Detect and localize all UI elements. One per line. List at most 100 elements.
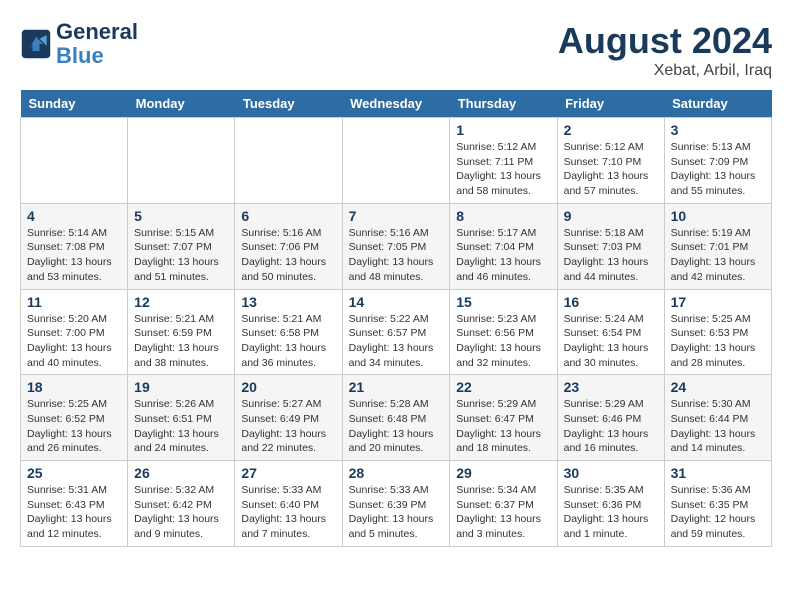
- calendar-cell: 5 Sunrise: 5:15 AMSunset: 7:07 PMDaylight…: [128, 203, 235, 289]
- day-number: 21: [349, 379, 444, 395]
- calendar-cell: 13 Sunrise: 5:21 AMSunset: 6:58 PMDayligh…: [235, 289, 342, 375]
- day-number: 8: [456, 208, 550, 224]
- weekday-header-row: SundayMondayTuesdayWednesdayThursdayFrid…: [21, 90, 772, 118]
- calendar-cell: 21 Sunrise: 5:28 AMSunset: 6:48 PMDayligh…: [342, 375, 450, 461]
- logo: General Blue: [20, 20, 138, 68]
- day-info: Sunrise: 5:15 AMSunset: 7:07 PMDaylight:…: [134, 226, 228, 285]
- calendar-cell: 25 Sunrise: 5:31 AMSunset: 6:43 PMDayligh…: [21, 461, 128, 547]
- title-area: August 2024 Xebat, Arbil, Iraq: [558, 20, 772, 80]
- day-number: 17: [671, 294, 765, 310]
- calendar-week-2: 4 Sunrise: 5:14 AMSunset: 7:08 PMDaylight…: [21, 203, 772, 289]
- weekday-friday: Friday: [557, 90, 664, 118]
- calendar-cell: 3Sunrise: 5:13 AMSunset: 7:09 PMDaylight…: [664, 118, 771, 204]
- calendar-week-5: 25 Sunrise: 5:31 AMSunset: 6:43 PMDayligh…: [21, 461, 772, 547]
- day-number: 29: [456, 465, 550, 481]
- calendar-cell: 16 Sunrise: 5:24 AMSunset: 6:54 PMDayligh…: [557, 289, 664, 375]
- day-info: Sunrise: 5:23 AMSunset: 6:56 PMDaylight:…: [456, 312, 550, 371]
- calendar-cell: 14 Sunrise: 5:22 AMSunset: 6:57 PMDayligh…: [342, 289, 450, 375]
- day-number: 7: [349, 208, 444, 224]
- day-info: Sunrise: 5:21 AMSunset: 6:59 PMDaylight:…: [134, 312, 228, 371]
- calendar-cell: 4 Sunrise: 5:14 AMSunset: 7:08 PMDaylight…: [21, 203, 128, 289]
- day-info: Sunrise: 5:29 AMSunset: 6:47 PMDaylight:…: [456, 397, 550, 456]
- day-info: Sunrise: 5:16 AMSunset: 7:05 PMDaylight:…: [349, 226, 444, 285]
- day-info: Sunrise: 5:28 AMSunset: 6:48 PMDaylight:…: [349, 397, 444, 456]
- calendar-cell: 19Sunrise: 5:26 AMSunset: 6:51 PMDayligh…: [128, 375, 235, 461]
- day-number: 23: [564, 379, 658, 395]
- day-info: Sunrise: 5:30 AMSunset: 6:44 PMDaylight:…: [671, 397, 765, 456]
- day-number: 4: [27, 208, 121, 224]
- calendar-cell: 24 Sunrise: 5:30 AMSunset: 6:44 PMDayligh…: [664, 375, 771, 461]
- day-number: 14: [349, 294, 444, 310]
- day-info: Sunrise: 5:22 AMSunset: 6:57 PMDaylight:…: [349, 312, 444, 371]
- day-info: Sunrise: 5:12 AMSunset: 7:10 PMDaylight:…: [564, 140, 658, 199]
- calendar-cell: [342, 118, 450, 204]
- weekday-sunday: Sunday: [21, 90, 128, 118]
- weekday-saturday: Saturday: [664, 90, 771, 118]
- day-number: 18: [27, 379, 121, 395]
- page-header: General Blue August 2024 Xebat, Arbil, I…: [20, 20, 772, 80]
- calendar-cell: 12 Sunrise: 5:21 AMSunset: 6:59 PMDayligh…: [128, 289, 235, 375]
- calendar-cell: [235, 118, 342, 204]
- day-info: Sunrise: 5:20 AMSunset: 7:00 PMDaylight:…: [27, 312, 121, 371]
- day-number: 28: [349, 465, 444, 481]
- calendar-cell: 6 Sunrise: 5:16 AMSunset: 7:06 PMDaylight…: [235, 203, 342, 289]
- calendar-cell: 11 Sunrise: 5:20 AMSunset: 7:00 PMDayligh…: [21, 289, 128, 375]
- location: Xebat, Arbil, Iraq: [558, 62, 772, 80]
- day-number: 1: [456, 122, 550, 138]
- day-info: Sunrise: 5:17 AMSunset: 7:04 PMDaylight:…: [456, 226, 550, 285]
- calendar-cell: 30Sunrise: 5:35 AMSunset: 6:36 PMDayligh…: [557, 461, 664, 547]
- day-info: Sunrise: 5:19 AMSunset: 7:01 PMDaylight:…: [671, 226, 765, 285]
- weekday-thursday: Thursday: [450, 90, 557, 118]
- calendar-cell: 1 Sunrise: 5:12 AMSunset: 7:11 PMDaylight…: [450, 118, 557, 204]
- day-number: 20: [241, 379, 335, 395]
- calendar-cell: 18 Sunrise: 5:25 AMSunset: 6:52 PMDayligh…: [21, 375, 128, 461]
- calendar-cell: 26Sunrise: 5:32 AMSunset: 6:42 PMDayligh…: [128, 461, 235, 547]
- day-number: 6: [241, 208, 335, 224]
- calendar-cell: 2 Sunrise: 5:12 AMSunset: 7:10 PMDaylight…: [557, 118, 664, 204]
- calendar-week-4: 18 Sunrise: 5:25 AMSunset: 6:52 PMDayligh…: [21, 375, 772, 461]
- day-number: 25: [27, 465, 121, 481]
- day-number: 15: [456, 294, 550, 310]
- calendar-cell: 22Sunrise: 5:29 AMSunset: 6:47 PMDayligh…: [450, 375, 557, 461]
- day-number: 31: [671, 465, 765, 481]
- day-info: Sunrise: 5:16 AMSunset: 7:06 PMDaylight:…: [241, 226, 335, 285]
- day-number: 12: [134, 294, 228, 310]
- day-info: Sunrise: 5:24 AMSunset: 6:54 PMDaylight:…: [564, 312, 658, 371]
- day-number: 13: [241, 294, 335, 310]
- weekday-wednesday: Wednesday: [342, 90, 450, 118]
- day-number: 9: [564, 208, 658, 224]
- calendar-cell: 29 Sunrise: 5:34 AMSunset: 6:37 PMDayligh…: [450, 461, 557, 547]
- day-number: 2: [564, 122, 658, 138]
- calendar-cell: [21, 118, 128, 204]
- day-number: 26: [134, 465, 228, 481]
- month-year: August 2024: [558, 20, 772, 62]
- day-info: Sunrise: 5:14 AMSunset: 7:08 PMDaylight:…: [27, 226, 121, 285]
- day-number: 11: [27, 294, 121, 310]
- day-info: Sunrise: 5:31 AMSunset: 6:43 PMDaylight:…: [27, 483, 121, 542]
- logo-icon: [20, 28, 52, 60]
- weekday-monday: Monday: [128, 90, 235, 118]
- calendar-cell: 10Sunrise: 5:19 AMSunset: 7:01 PMDayligh…: [664, 203, 771, 289]
- day-number: 5: [134, 208, 228, 224]
- day-info: Sunrise: 5:35 AMSunset: 6:36 PMDaylight:…: [564, 483, 658, 542]
- day-info: Sunrise: 5:12 AMSunset: 7:11 PMDaylight:…: [456, 140, 550, 199]
- day-number: 24: [671, 379, 765, 395]
- calendar-body: 1 Sunrise: 5:12 AMSunset: 7:11 PMDaylight…: [21, 118, 772, 547]
- day-info: Sunrise: 5:21 AMSunset: 6:58 PMDaylight:…: [241, 312, 335, 371]
- calendar-cell: 23Sunrise: 5:29 AMSunset: 6:46 PMDayligh…: [557, 375, 664, 461]
- day-number: 16: [564, 294, 658, 310]
- day-info: Sunrise: 5:26 AMSunset: 6:51 PMDaylight:…: [134, 397, 228, 456]
- day-info: Sunrise: 5:25 AMSunset: 6:52 PMDaylight:…: [27, 397, 121, 456]
- day-info: Sunrise: 5:36 AMSunset: 6:35 PMDaylight:…: [671, 483, 765, 542]
- calendar-table: SundayMondayTuesdayWednesdayThursdayFrid…: [20, 90, 772, 547]
- day-info: Sunrise: 5:13 AMSunset: 7:09 PMDaylight:…: [671, 140, 765, 199]
- calendar-cell: 8 Sunrise: 5:17 AMSunset: 7:04 PMDaylight…: [450, 203, 557, 289]
- calendar-week-1: 1 Sunrise: 5:12 AMSunset: 7:11 PMDaylight…: [21, 118, 772, 204]
- calendar-week-3: 11 Sunrise: 5:20 AMSunset: 7:00 PMDayligh…: [21, 289, 772, 375]
- day-info: Sunrise: 5:18 AMSunset: 7:03 PMDaylight:…: [564, 226, 658, 285]
- day-info: Sunrise: 5:25 AMSunset: 6:53 PMDaylight:…: [671, 312, 765, 371]
- calendar-cell: 17 Sunrise: 5:25 AMSunset: 6:53 PMDayligh…: [664, 289, 771, 375]
- day-info: Sunrise: 5:34 AMSunset: 6:37 PMDaylight:…: [456, 483, 550, 542]
- logo-line1: General: [56, 20, 138, 44]
- logo-line2: Blue: [56, 44, 138, 68]
